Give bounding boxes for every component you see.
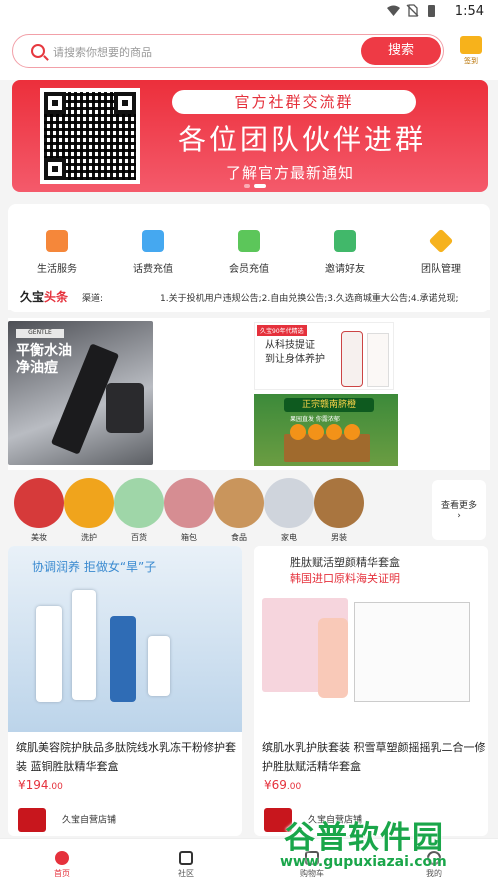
phone-recharge-icon: [142, 230, 164, 252]
category-appliance[interactable]: 家电: [264, 478, 314, 543]
news-channel: 渠道:: [82, 294, 104, 304]
promo-health[interactable]: 久宝90年代精选 从科技提证 到让身体养护: [254, 322, 394, 390]
shop-info: 久宝自营店铺: [18, 808, 116, 832]
diamond-icon: [428, 228, 454, 254]
menu-item-label: 邀请好友: [325, 264, 365, 275]
category-general[interactable]: 百货: [114, 478, 164, 543]
menu-item-member-recharge[interactable]: 会员充值: [204, 230, 294, 275]
wifi-icon: [387, 4, 400, 17]
banner-pill: 官方社群交流群: [172, 90, 416, 114]
shop-logo-icon: [18, 808, 46, 832]
sign-in-button[interactable]: 签到: [456, 36, 486, 68]
product-image: 协调润养 拒做女“旱”子: [8, 546, 242, 732]
menu-item-label: 话费充值: [133, 264, 173, 275]
tab-community[interactable]: 社区: [166, 851, 206, 879]
category-bags[interactable]: 箱包: [164, 478, 214, 543]
home-icon: [55, 851, 69, 865]
banner-headline: 各位团队伙伴进群: [177, 123, 426, 156]
carousel-dots: [244, 184, 266, 188]
promo-orange-title: 正宗赣南脐橙: [284, 398, 374, 412]
qr-code-image: [40, 88, 140, 184]
community-icon: [179, 851, 193, 865]
chevron-right-icon: ›: [457, 511, 461, 521]
watermark-brand: 谷普软件园: [284, 820, 444, 856]
status-bar: 1:54: [0, 0, 498, 24]
category-makeup[interactable]: 美妆: [14, 478, 64, 543]
life-service-icon: [46, 230, 68, 252]
menu-item-life-service[interactable]: 生活服务: [12, 230, 102, 275]
news-text: 1.关于投机用户违规公告;2.自由兑换公告;3.久选商城重大公告;4.承诺兑现;: [160, 294, 459, 304]
product-name: 缤肌美容院护肤品多肽院线水乳冻干粉修护套装 蓝铜胜肽精华套盒: [16, 741, 236, 773]
category-menswear[interactable]: 男装: [314, 478, 364, 543]
status-time: 1:54: [454, 4, 484, 19]
battery-icon: [425, 4, 438, 17]
product-price: ¥69.00: [264, 778, 302, 792]
promo-skincare-title: 平衡水油 净油痘: [16, 343, 72, 376]
watermark-url: www.gupuxiazai.com: [280, 854, 447, 870]
promo-section: GENTLE 平衡水油 净油痘 久宝90年代精选 从科技提证 到让身体养护 正宗…: [8, 318, 490, 470]
promo-orange[interactable]: 正宗赣南脐橙 果园直发 你露浓郁: [254, 394, 398, 466]
menu-item-label: 团队管理: [421, 264, 461, 275]
sign-in-label: 签到: [464, 57, 478, 65]
search-placeholder: 请搜索你想要的商品: [53, 46, 152, 59]
category-row: 美妆 洗护 百货 箱包 食品 家电 男装 查看更多 ›: [8, 476, 490, 548]
promo-health-title: 从科技提证 到让身体养护: [265, 340, 325, 365]
product-name: 缤肌水乳护肤套装 积雪草塑颜摇摇乳二合一修护胜肽赋活精华套盒: [262, 741, 486, 773]
view-more-button[interactable]: 查看更多 ›: [432, 480, 486, 540]
promo-orange-sub: 果园直发 你露浓郁: [290, 416, 340, 423]
menu-item-label: 生活服务: [37, 264, 77, 275]
tv-member-icon: [238, 230, 260, 252]
banner-subline: 了解官方最新通知: [226, 164, 355, 182]
tab-home[interactable]: 首页: [42, 851, 82, 879]
menu-item-invite[interactable]: 邀请好友: [300, 230, 390, 275]
news-logo: 久宝头条: [20, 290, 69, 304]
product-card[interactable]: 胜肽赋活塑颜精华套盒 韩国进口原料海关证明 缤肌水乳护肤套装 积雪草塑颜摇摇乳二…: [254, 546, 488, 836]
category-food[interactable]: 食品: [214, 478, 264, 543]
menu-item-phone-recharge[interactable]: 话费充值: [108, 230, 198, 275]
banner-carousel[interactable]: 官方社群交流群 各位团队伙伴进群 了解官方最新通知: [12, 80, 488, 192]
menu-item-label: 会员充值: [229, 264, 269, 275]
invite-icon: [334, 230, 356, 252]
product-price: ¥194.00: [18, 778, 63, 792]
search-input[interactable]: 请搜索你想要的商品 搜索: [12, 34, 444, 68]
news-ticker[interactable]: 久宝头条 渠道: 1.关于投机用户违规公告;2.自由兑换公告;3.久选商城重大公…: [8, 282, 490, 310]
menu-item-team[interactable]: 团队管理: [396, 228, 486, 275]
product-card[interactable]: 协调润养 拒做女“旱”子 缤肌美容院护肤品多肽院线水乳冻干粉修护套装 蓝铜胜肽精…: [8, 546, 242, 836]
sign-in-icon: [460, 36, 482, 54]
search-icon: [31, 44, 45, 58]
search-button[interactable]: 搜索: [361, 37, 441, 65]
no-sim-icon: [406, 4, 419, 17]
search-row: 请搜索你想要的商品 搜索 签到: [0, 24, 498, 80]
watermark: 谷普软件园 www.gupuxiazai.com: [272, 810, 494, 882]
promo-skincare[interactable]: GENTLE 平衡水油 净油痘: [8, 321, 153, 465]
product-image: 胜肽赋活塑颜精华套盒 韩国进口原料海关证明: [254, 546, 488, 732]
category-care[interactable]: 洗护: [64, 478, 114, 543]
